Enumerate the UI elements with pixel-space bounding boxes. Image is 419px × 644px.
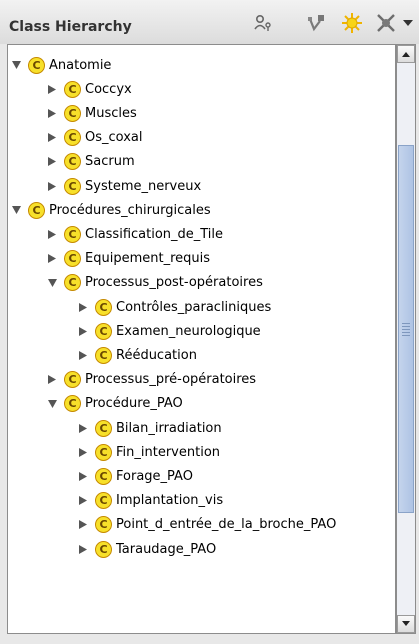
tree-row-label: Rééducation bbox=[116, 347, 197, 363]
tree-row-label: Systeme_nerveux bbox=[85, 178, 202, 194]
collapsed-triangle-icon[interactable] bbox=[46, 107, 58, 119]
class-badge-icon: C bbox=[64, 104, 81, 122]
collapsed-triangle-icon[interactable] bbox=[77, 349, 89, 361]
menu-down-icon[interactable] bbox=[401, 11, 415, 35]
tree-row-label: Equipement_requis bbox=[85, 251, 210, 267]
class-badge-icon: C bbox=[64, 395, 81, 413]
collapsed-triangle-icon[interactable] bbox=[46, 253, 58, 265]
collapsed-triangle-icon[interactable] bbox=[77, 301, 89, 313]
class-badge-icon: C bbox=[95, 346, 112, 364]
tree-row[interactable]: C Implantation_vis bbox=[77, 489, 223, 513]
class-badge-icon: C bbox=[95, 516, 112, 534]
collapsed-triangle-icon[interactable] bbox=[77, 422, 89, 434]
tree-row-label: Procédure_PAO bbox=[85, 396, 183, 412]
tree-row[interactable]: C Bilan_irradiation bbox=[77, 416, 222, 440]
class-badge-icon: C bbox=[95, 419, 112, 437]
tree-row[interactable]: C Coccyx bbox=[46, 77, 132, 101]
tree-row-label: Procédures_chirurgicales bbox=[49, 202, 211, 218]
person-graph-icon[interactable] bbox=[251, 11, 275, 35]
tree-row[interactable]: C Procédures_chirurgicales bbox=[10, 198, 211, 222]
tree-row[interactable]: C Sacrum bbox=[46, 150, 135, 174]
tree-row[interactable]: C Muscles bbox=[46, 101, 137, 125]
tree-row[interactable]: C Point_d_entrée_de_la_broche_PAO bbox=[77, 513, 336, 537]
class-hierarchy-panel: Class Hierarchy C Anatomie C Coccyx C Mu… bbox=[0, 0, 419, 644]
class-badge-icon: C bbox=[95, 492, 112, 510]
tree-row-label: Contrôles_paracliniques bbox=[116, 299, 272, 315]
expanded-triangle-icon[interactable] bbox=[10, 204, 22, 216]
tree-row-label: Classification_de_Tile bbox=[85, 226, 224, 242]
scroll-grip bbox=[402, 322, 410, 336]
tree-row[interactable]: C Forage_PAO bbox=[77, 464, 193, 488]
tree-row[interactable]: C Systeme_nerveux bbox=[46, 174, 201, 198]
tree-row-label: Point_d_entrée_de_la_broche_PAO bbox=[116, 517, 337, 533]
collapsed-triangle-icon[interactable] bbox=[77, 325, 89, 337]
scroll-down-button[interactable] bbox=[397, 615, 415, 633]
tree-row-label: Os_coxal bbox=[85, 130, 143, 146]
tree-row-label: Processus_pré-opératoires bbox=[85, 372, 257, 388]
scroll-up-button[interactable] bbox=[397, 45, 415, 63]
class-badge-icon: C bbox=[28, 201, 45, 219]
expanded-triangle-icon[interactable] bbox=[46, 398, 58, 410]
class-badge-icon: C bbox=[95, 540, 112, 558]
delete-class-icon[interactable] bbox=[374, 11, 398, 35]
class-badge-icon: C bbox=[64, 250, 81, 268]
class-badge-icon: C bbox=[95, 298, 112, 316]
collapsed-triangle-icon[interactable] bbox=[77, 519, 89, 531]
panel-title: Class Hierarchy bbox=[9, 19, 132, 35]
class-badge-icon: C bbox=[64, 177, 81, 195]
tree-row[interactable]: C Equipement_requis bbox=[46, 247, 210, 271]
subclass-icon[interactable] bbox=[304, 11, 328, 35]
tree-row[interactable]: C Contrôles_paracliniques bbox=[77, 295, 271, 319]
class-badge-icon: C bbox=[64, 129, 81, 147]
panel-header: Class Hierarchy bbox=[0, 0, 419, 44]
tree-row[interactable]: C Processus_pré-opératoires bbox=[46, 368, 256, 392]
expanded-triangle-icon[interactable] bbox=[10, 59, 22, 71]
tree-row[interactable]: C Classification_de_Tile bbox=[46, 222, 223, 246]
collapsed-triangle-icon[interactable] bbox=[46, 374, 58, 386]
collapsed-triangle-icon[interactable] bbox=[77, 543, 89, 555]
tree-row[interactable]: C Os_coxal bbox=[46, 126, 142, 150]
tree-row[interactable]: C Processus_post-opératoires bbox=[46, 271, 263, 295]
tree-row-label: Bilan_irradiation bbox=[116, 420, 222, 436]
collapsed-triangle-icon[interactable] bbox=[46, 132, 58, 144]
class-badge-icon: C bbox=[64, 80, 81, 98]
tree-row-label: Taraudage_PAO bbox=[116, 541, 217, 557]
class-badge-icon: C bbox=[95, 322, 112, 340]
tree-row-label: Fin_intervention bbox=[116, 444, 221, 460]
tree-row[interactable]: C Fin_intervention bbox=[77, 440, 220, 464]
expanded-triangle-icon[interactable] bbox=[46, 277, 58, 289]
tree-row-label: Forage_PAO bbox=[116, 468, 193, 484]
collapsed-triangle-icon[interactable] bbox=[77, 470, 89, 482]
collapsed-triangle-icon[interactable] bbox=[77, 446, 89, 458]
tree-row-label: Coccyx bbox=[85, 81, 132, 97]
tree-row-label: Implantation_vis bbox=[116, 493, 224, 509]
vertical-scrollbar[interactable] bbox=[396, 44, 416, 634]
class-badge-icon: C bbox=[64, 274, 81, 292]
class-badge-icon: C bbox=[64, 153, 81, 171]
collapsed-triangle-icon[interactable] bbox=[46, 156, 58, 168]
class-badge-icon: C bbox=[95, 467, 112, 485]
class-tree[interactable]: C Anatomie C Coccyx C Muscles C Os_coxal C Sacrum… bbox=[7, 44, 396, 634]
class-badge-icon: C bbox=[28, 56, 45, 74]
class-badge-icon: C bbox=[64, 225, 81, 243]
tree-row[interactable]: C Examen_neurologique bbox=[77, 319, 261, 343]
class-badge-icon: C bbox=[95, 443, 112, 461]
tree-row-label: Muscles bbox=[85, 105, 137, 121]
collapsed-triangle-icon[interactable] bbox=[77, 495, 89, 507]
tree-row-label: Sacrum bbox=[85, 154, 135, 170]
tree-row[interactable]: C Rééducation bbox=[77, 343, 197, 367]
tree-row[interactable]: C Anatomie bbox=[10, 53, 111, 77]
create-class-icon[interactable] bbox=[340, 11, 364, 35]
scroll-thumb[interactable] bbox=[398, 145, 414, 513]
collapsed-triangle-icon[interactable] bbox=[46, 83, 58, 95]
tree-row[interactable]: C Taraudage_PAO bbox=[77, 537, 216, 561]
tree-row[interactable]: C Procédure_PAO bbox=[46, 392, 183, 416]
class-badge-icon: C bbox=[64, 371, 81, 389]
tree-row-label: Examen_neurologique bbox=[116, 323, 261, 339]
collapsed-triangle-icon[interactable] bbox=[46, 228, 58, 240]
tree-row-label: Processus_post-opératoires bbox=[85, 275, 263, 291]
tree-row-label: Anatomie bbox=[49, 57, 112, 73]
collapsed-triangle-icon[interactable] bbox=[46, 180, 58, 192]
horizontal-scroll-area bbox=[0, 634, 419, 644]
